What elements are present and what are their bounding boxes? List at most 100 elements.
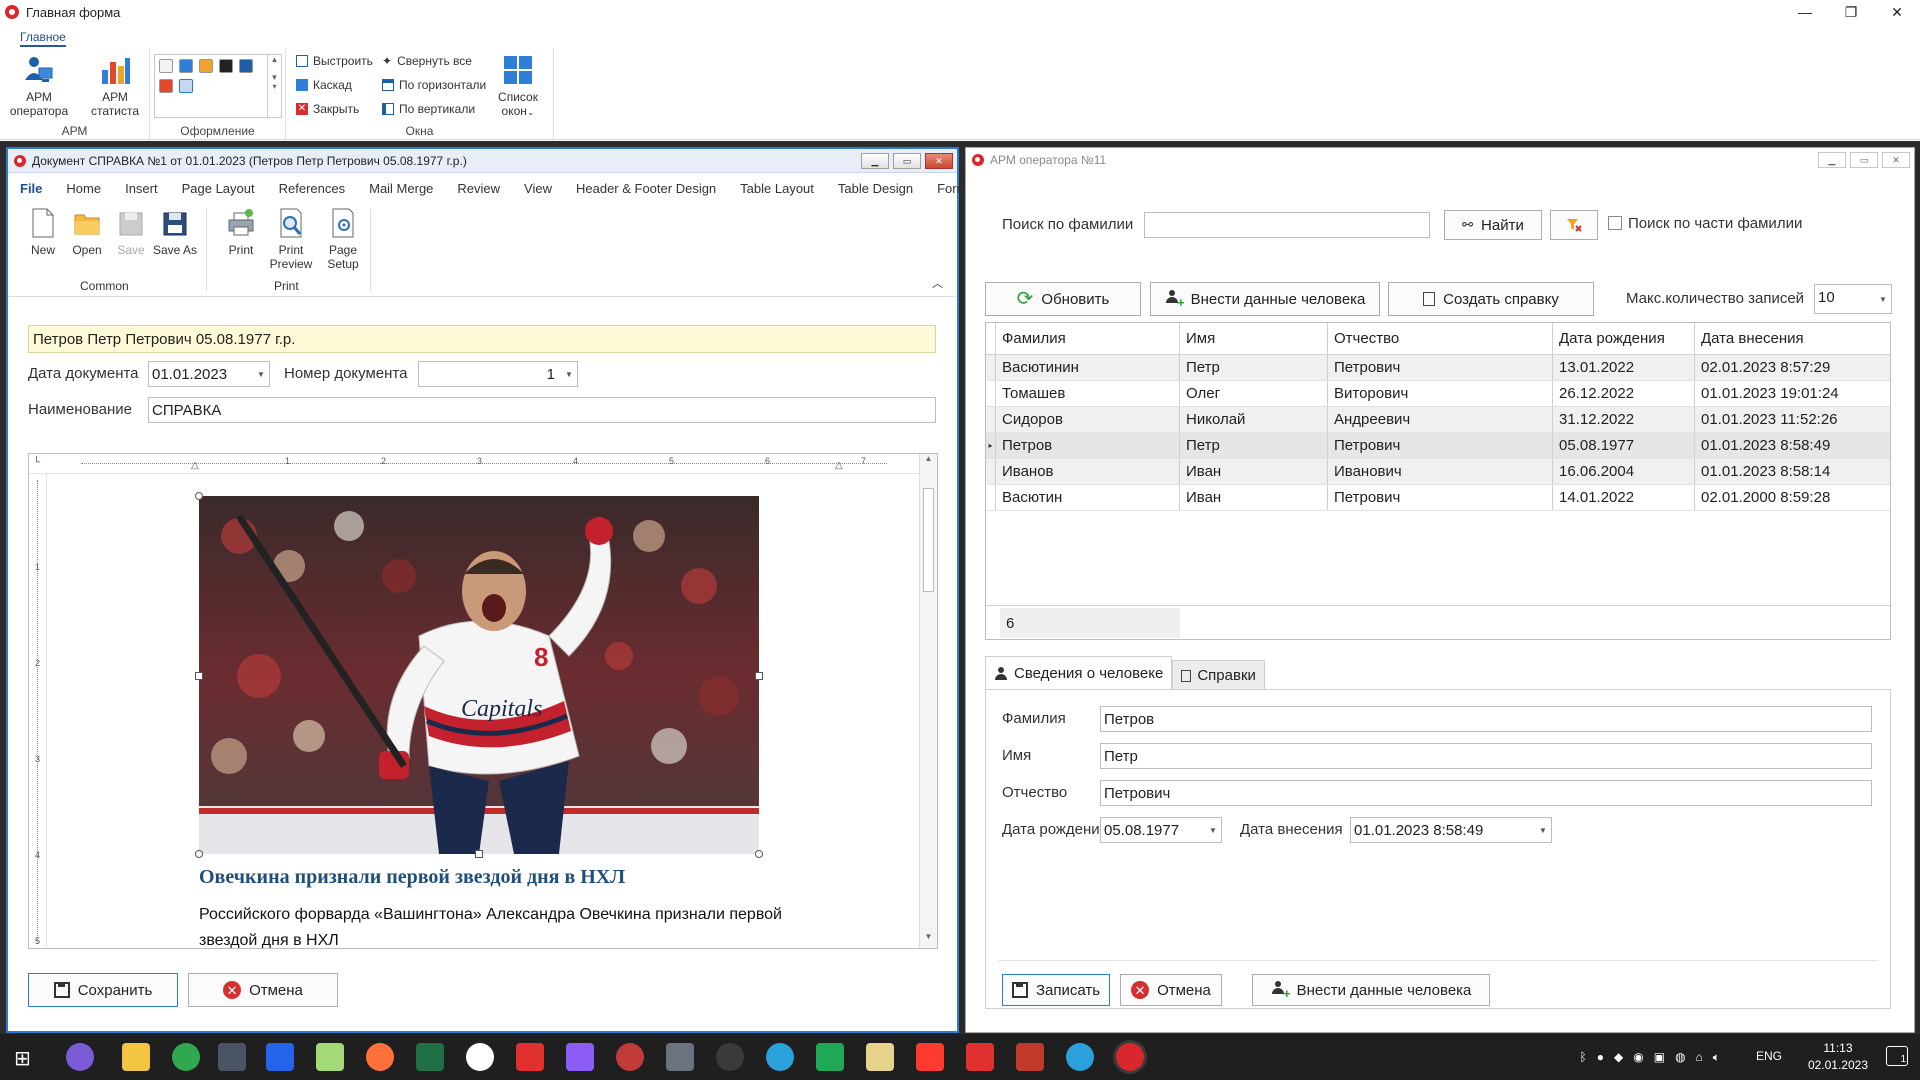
open-button[interactable]: Open — [64, 207, 110, 257]
tray-app-icon[interactable]: ◆ — [1614, 1050, 1623, 1064]
volume-icon[interactable]: 🔈︎ — [1713, 1050, 1720, 1065]
table-cell[interactable]: 31.12.2022 — [1553, 407, 1695, 432]
left-indent-marker-icon[interactable]: △ — [191, 460, 199, 471]
table-cell[interactable]: 01.01.2023 19:01:24 — [1695, 381, 1890, 406]
window-list-button[interactable]: Список окон⌄ — [486, 54, 550, 119]
app-icon[interactable] — [266, 1043, 294, 1071]
tab-page-layout[interactable]: Page Layout — [170, 175, 267, 201]
ribbon-tab-main[interactable]: Главное — [20, 30, 66, 47]
table-cell[interactable]: Иванов — [996, 459, 1180, 484]
create-certificate-button[interactable]: Создать справку — [1388, 282, 1594, 316]
resize-handle[interactable] — [755, 850, 763, 858]
write-button[interactable]: Записать — [1002, 974, 1110, 1006]
column-header[interactable]: Имя — [1180, 323, 1328, 354]
tab-table-layout[interactable]: Table Layout — [728, 175, 826, 201]
table-cell[interactable]: 01.01.2023 11:52:26 — [1695, 407, 1890, 432]
table-cell[interactable]: 13.01.2022 — [1553, 355, 1695, 380]
file-explorer-icon[interactable] — [122, 1043, 150, 1071]
collapse-all-button[interactable]: ✦ Свернуть все — [382, 54, 472, 68]
table-cell[interactable]: Петров — [996, 433, 1180, 458]
tab-view[interactable]: View — [512, 175, 564, 201]
table-cell[interactable]: Петр — [1180, 355, 1328, 380]
database-icon[interactable] — [666, 1043, 694, 1071]
tab-references[interactable]: References — [267, 175, 357, 201]
table-cell[interactable]: Иван — [1180, 485, 1328, 510]
visual-studio-icon[interactable] — [566, 1043, 594, 1071]
app-icon[interactable] — [966, 1043, 994, 1071]
table-cell[interactable]: Иванович — [1328, 459, 1553, 484]
cancel-document-button[interactable]: ✕ Отмена — [188, 973, 338, 1007]
chevron-down-icon[interactable]: ▼ — [1875, 285, 1891, 313]
column-header[interactable]: Отчество — [1328, 323, 1553, 354]
tab-mail-merge[interactable]: Mail Merge — [357, 175, 445, 201]
network-icon[interactable]: ⌂ — [1696, 1050, 1703, 1064]
table-cell[interactable]: Олег — [1180, 381, 1328, 406]
table-cell[interactable]: 02.01.2000 8:59:28 — [1695, 485, 1890, 510]
table-cell[interactable]: 01.01.2023 8:58:49 — [1695, 433, 1890, 458]
table-cell[interactable]: Васютинин — [996, 355, 1180, 380]
table-row[interactable]: Васютинин Петр Петрович 13.01.2022 02.01… — [986, 355, 1890, 381]
editor-scrollbar[interactable]: ▲ ▼ — [919, 454, 937, 948]
notifications-icon[interactable]: 1 — [1886, 1046, 1908, 1066]
table-cell[interactable]: Андреевич — [1328, 407, 1553, 432]
language-indicator[interactable]: ENG — [1756, 1049, 1782, 1063]
arm-statistics-button[interactable]: АРМ статиста — [82, 54, 148, 118]
resize-handle[interactable] — [195, 672, 203, 680]
rich-text-editor[interactable]: └ 1 2 3 4 5 6 7 △ △ 1 2 3 4 5 Capitals 8… — [28, 453, 938, 949]
anydesk-icon[interactable] — [516, 1043, 544, 1071]
table-row[interactable]: Сидоров Николай Андреевич 31.12.2022 01.… — [986, 407, 1890, 433]
current-app-icon[interactable] — [1116, 1043, 1144, 1071]
theme-gallery[interactable]: ▲ ▼ ▾ — [154, 54, 282, 118]
tab-stop-icon[interactable]: └ — [33, 457, 40, 468]
cascade-button[interactable]: Каскад — [296, 78, 352, 92]
entered-date-field[interactable]: 01.01.2023 8:58:49 ▼ — [1350, 817, 1552, 843]
app-icon[interactable] — [616, 1043, 644, 1071]
theme-item[interactable] — [219, 59, 233, 73]
telegram-icon[interactable] — [766, 1043, 794, 1071]
scroll-up-icon[interactable]: ▲ — [920, 454, 937, 470]
tab-header-footer-design[interactable]: Header & Footer Design — [564, 175, 728, 201]
cancel-person-button[interactable]: ✕ Отмена — [1120, 974, 1222, 1006]
collapse-ribbon-icon[interactable]: ︿ — [932, 275, 943, 291]
refresh-button[interactable]: ⟳ Обновить — [985, 282, 1141, 316]
close-icon[interactable]: ✕ — [1874, 0, 1920, 24]
table-cell[interactable]: Петрович — [1328, 355, 1553, 380]
name-field[interactable]: СПРАВКА — [148, 397, 936, 423]
table-cell[interactable]: 16.06.2004 — [1553, 459, 1695, 484]
search-input[interactable] — [1144, 212, 1430, 238]
tab-person-details[interactable]: Сведения о человеке — [985, 656, 1173, 690]
theme-item[interactable] — [239, 59, 253, 73]
restore-icon[interactable]: ❐ — [1828, 0, 1874, 24]
resize-handle[interactable] — [195, 850, 203, 858]
theme-item-selected[interactable] — [179, 79, 193, 93]
table-row[interactable]: Васютин Иван Петрович 14.01.2022 02.01.2… — [986, 485, 1890, 511]
arrange-button[interactable]: Выстроить — [296, 54, 373, 68]
horizontal-button[interactable]: По горизонтали — [382, 78, 486, 92]
tray-app-icon[interactable]: ● — [1597, 1050, 1604, 1064]
resize-handle[interactable] — [195, 492, 203, 500]
scroll-thumb[interactable] — [923, 488, 934, 592]
column-header[interactable]: Дата рождения — [1553, 323, 1695, 354]
partial-search-checkbox[interactable] — [1608, 216, 1622, 230]
table-row[interactable]: Иванов Иван Иванович 16.06.2004 01.01.20… — [986, 459, 1890, 485]
app-icon[interactable] — [218, 1043, 246, 1071]
chevron-down-icon[interactable]: ▼ — [561, 362, 577, 386]
patronymic-field[interactable]: Петрович — [1100, 780, 1872, 806]
save-button[interactable]: Save — [108, 207, 154, 257]
windows-start-icon[interactable]: ⊞ — [14, 1046, 31, 1071]
close-icon[interactable]: ✕ — [1882, 152, 1910, 168]
clear-filter-button[interactable] — [1550, 210, 1598, 240]
person-field[interactable]: Петров Петр Петрович 05.08.1977 г.р. — [28, 325, 936, 353]
bluetooth-icon[interactable]: ᛒ — [1580, 1050, 1587, 1064]
tab-file[interactable]: File — [8, 175, 54, 201]
new-button[interactable]: New — [20, 207, 66, 257]
page-setup-button[interactable]: Page Setup — [320, 207, 366, 271]
surname-field[interactable]: Петров — [1100, 706, 1872, 732]
table-cell[interactable]: 01.01.2023 8:58:14 — [1695, 459, 1890, 484]
chrome-icon[interactable] — [172, 1043, 200, 1071]
theme-item[interactable] — [179, 59, 193, 73]
theme-item[interactable] — [159, 59, 173, 73]
minimize-icon[interactable]: — — [1782, 0, 1828, 24]
right-indent-marker-icon[interactable]: △ — [835, 460, 843, 471]
hockey-photo[interactable]: Capitals 8 — [199, 496, 759, 854]
